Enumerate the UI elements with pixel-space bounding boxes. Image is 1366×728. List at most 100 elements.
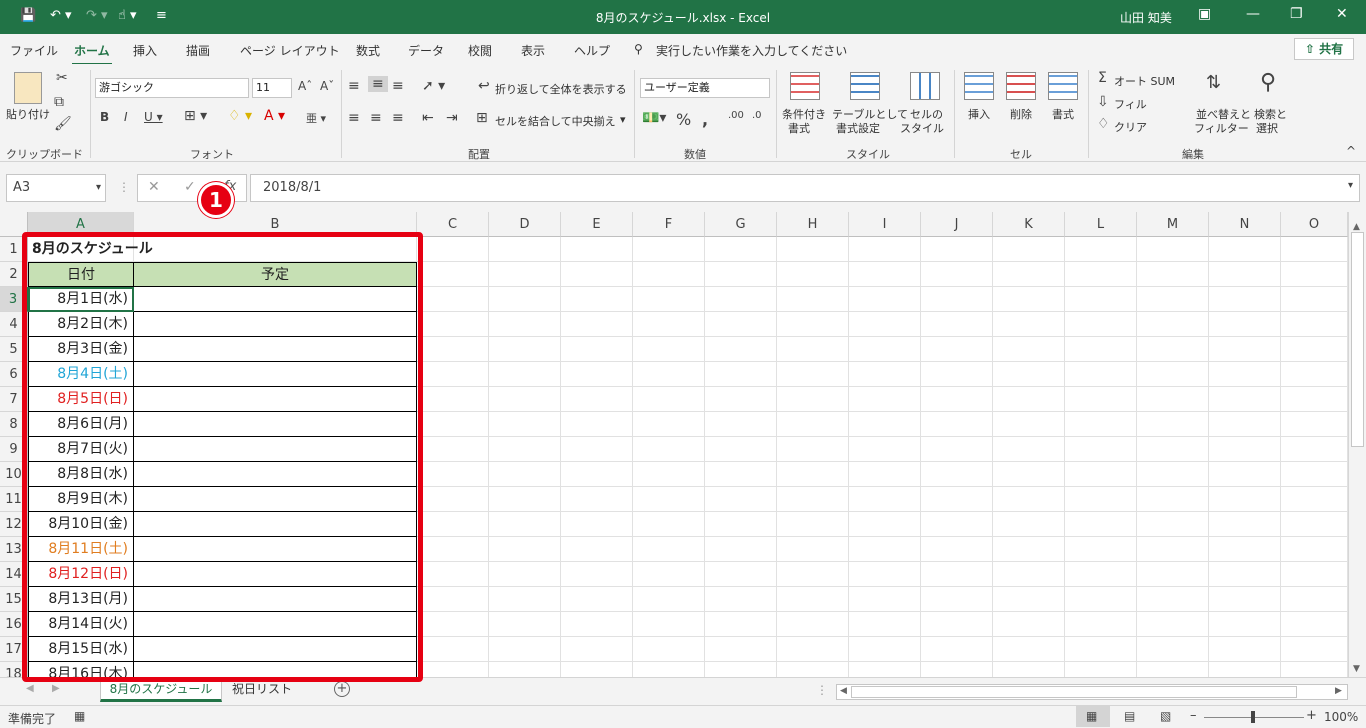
format-as-table-icon[interactable] <box>850 72 880 100</box>
merge-center-button[interactable]: セルを結合して中央揃え <box>495 113 616 129</box>
scroll-up-icon[interactable]: ▲ <box>1353 222 1360 232</box>
format-cells-icon[interactable] <box>1048 72 1078 100</box>
next-sheet-icon[interactable]: ▶ <box>52 683 60 694</box>
zoom-level[interactable]: 100% <box>1324 710 1358 724</box>
italic-icon[interactable]: I <box>124 110 128 124</box>
zoom-in-icon[interactable]: + <box>1306 708 1317 723</box>
align-center-icon[interactable]: ≡ <box>370 110 382 126</box>
tab-page-layout[interactable]: ページ レイアウト <box>240 42 340 59</box>
cancel-icon[interactable]: ✕ <box>148 179 160 195</box>
cell-styles-icon[interactable] <box>910 72 940 100</box>
vertical-scrollbar[interactable]: ▲ ▼ <box>1348 212 1366 677</box>
tab-view[interactable]: 表示 <box>521 42 545 59</box>
macro-record-icon[interactable]: ▦ <box>74 709 85 723</box>
close-icon[interactable]: ✕ <box>1336 6 1348 22</box>
border-icon[interactable]: ⊞ ▾ <box>184 108 207 124</box>
conditional-format-icon[interactable] <box>790 72 820 100</box>
format-painter-icon[interactable]: 🖌 <box>54 116 72 132</box>
decrease-font-icon[interactable]: Aˇ <box>320 79 334 93</box>
ribbon-display-icon[interactable]: ▣ <box>1198 6 1211 22</box>
fill-color-icon[interactable]: ♢ ▾ <box>228 108 252 124</box>
column-header[interactable]: G <box>705 212 777 237</box>
align-right-icon[interactable]: ≡ <box>392 110 404 126</box>
increase-decimal-icon[interactable]: .00 <box>728 110 744 121</box>
zoom-out-icon[interactable]: – <box>1190 708 1197 723</box>
font-name-select[interactable]: 游ゴシック <box>95 78 249 98</box>
sort-filter-icon[interactable]: ⇅ <box>1206 72 1221 93</box>
column-header[interactable]: K <box>993 212 1065 237</box>
paste-icon[interactable] <box>14 72 42 104</box>
scroll-left-icon[interactable]: ◀ <box>840 686 847 696</box>
column-header[interactable]: O <box>1281 212 1348 237</box>
tab-formulas[interactable]: 数式 <box>356 42 380 59</box>
font-color-icon[interactable]: A ▾ <box>264 108 285 124</box>
horizontal-scrollbar[interactable]: ◀ ▶ <box>836 684 1348 700</box>
percent-icon[interactable]: % <box>676 110 691 129</box>
increase-font-icon[interactable]: Aˆ <box>298 79 312 93</box>
horizontal-scroll-thumb[interactable] <box>851 686 1297 698</box>
zoom-slider-thumb[interactable] <box>1251 711 1255 723</box>
add-sheet-icon[interactable]: + <box>334 681 350 697</box>
cut-icon[interactable]: ✂ <box>56 70 68 86</box>
format-as-table-label-2[interactable]: 書式設定 <box>836 120 880 136</box>
formula-input[interactable]: 2018/8/1 <box>250 174 1360 202</box>
column-header[interactable]: M <box>1137 212 1209 237</box>
align-middle-icon[interactable]: ≡ <box>368 76 388 92</box>
column-header[interactable]: L <box>1065 212 1137 237</box>
increase-indent-icon[interactable]: ⇥ <box>446 110 458 126</box>
wrap-text-icon[interactable]: ↩ <box>478 78 490 94</box>
tab-help[interactable]: ヘルプ <box>574 42 610 59</box>
merge-center-icon[interactable]: ⊞ <box>476 110 488 126</box>
tab-review[interactable]: 校閲 <box>468 42 492 59</box>
column-header[interactable]: N <box>1209 212 1281 237</box>
autosum-icon[interactable]: Σ <box>1098 70 1107 86</box>
scroll-down-icon[interactable]: ▼ <box>1353 664 1360 674</box>
column-header[interactable]: E <box>561 212 633 237</box>
expand-formula-icon[interactable]: ▾ <box>1348 180 1353 191</box>
tab-draw[interactable]: 描画 <box>186 42 210 59</box>
find-select-icon[interactable]: ⚲ <box>1260 70 1276 95</box>
page-break-view-icon[interactable]: ▧ <box>1160 709 1171 723</box>
scroll-right-icon[interactable]: ▶ <box>1335 686 1342 696</box>
eraser-icon[interactable]: ♢ <box>1097 116 1110 132</box>
clear-button[interactable]: クリア <box>1114 119 1147 135</box>
format-cells-button[interactable]: 書式 <box>1052 106 1074 122</box>
tell-me-box[interactable]: 実行したい作業を入力してください <box>656 42 847 59</box>
tab-file[interactable]: ファイル <box>10 42 58 59</box>
tab-data[interactable]: データ <box>408 42 444 59</box>
user-name[interactable]: 山田 知美 <box>1120 9 1172 26</box>
insert-cells-icon[interactable] <box>964 72 994 100</box>
enter-icon[interactable]: ✓ <box>184 179 196 195</box>
page-layout-view-icon[interactable]: ▤ <box>1124 709 1135 723</box>
prev-sheet-icon[interactable]: ◀ <box>26 683 34 694</box>
accounting-icon[interactable]: 💵▾ <box>642 110 666 126</box>
collapse-ribbon-icon[interactable]: ^ <box>1346 144 1356 158</box>
column-header[interactable]: D <box>489 212 561 237</box>
insert-cells-button[interactable]: 挿入 <box>968 106 990 122</box>
comma-icon[interactable]: , <box>702 110 708 129</box>
share-button[interactable]: ⇧ 共有 <box>1294 38 1354 60</box>
splitter-icon[interactable]: ⋮ <box>816 683 828 697</box>
vertical-scroll-thumb[interactable] <box>1351 232 1364 447</box>
name-box[interactable]: A3 ▾ <box>6 174 106 202</box>
autosum-button[interactable]: オート SUM <box>1114 73 1175 89</box>
copy-icon[interactable]: ⧉ <box>54 94 64 110</box>
column-header[interactable]: J <box>921 212 993 237</box>
find-select-label-2[interactable]: 選択 <box>1256 120 1278 136</box>
number-format-select[interactable]: ユーザー定義 <box>640 78 770 98</box>
align-left-icon[interactable]: ≡ <box>348 110 360 126</box>
tab-home[interactable]: ホーム <box>72 42 112 65</box>
restore-icon[interactable]: ❐ <box>1290 6 1303 22</box>
orientation-icon[interactable]: ➚ ▾ <box>422 78 445 94</box>
delete-cells-button[interactable]: 削除 <box>1010 106 1032 122</box>
fill-button[interactable]: フィル <box>1114 96 1147 112</box>
wrap-text-button[interactable]: 折り返して全体を表示する <box>495 81 627 97</box>
delete-cells-icon[interactable] <box>1006 72 1036 100</box>
decrease-decimal-icon[interactable]: .0 <box>752 110 762 121</box>
column-header[interactable]: F <box>633 212 705 237</box>
cell-styles-label-2[interactable]: スタイル <box>900 120 944 136</box>
column-header[interactable]: H <box>777 212 849 237</box>
column-header[interactable]: I <box>849 212 921 237</box>
font-size-select[interactable]: 11 <box>252 78 292 98</box>
sort-filter-label-2[interactable]: フィルター <box>1194 120 1249 136</box>
